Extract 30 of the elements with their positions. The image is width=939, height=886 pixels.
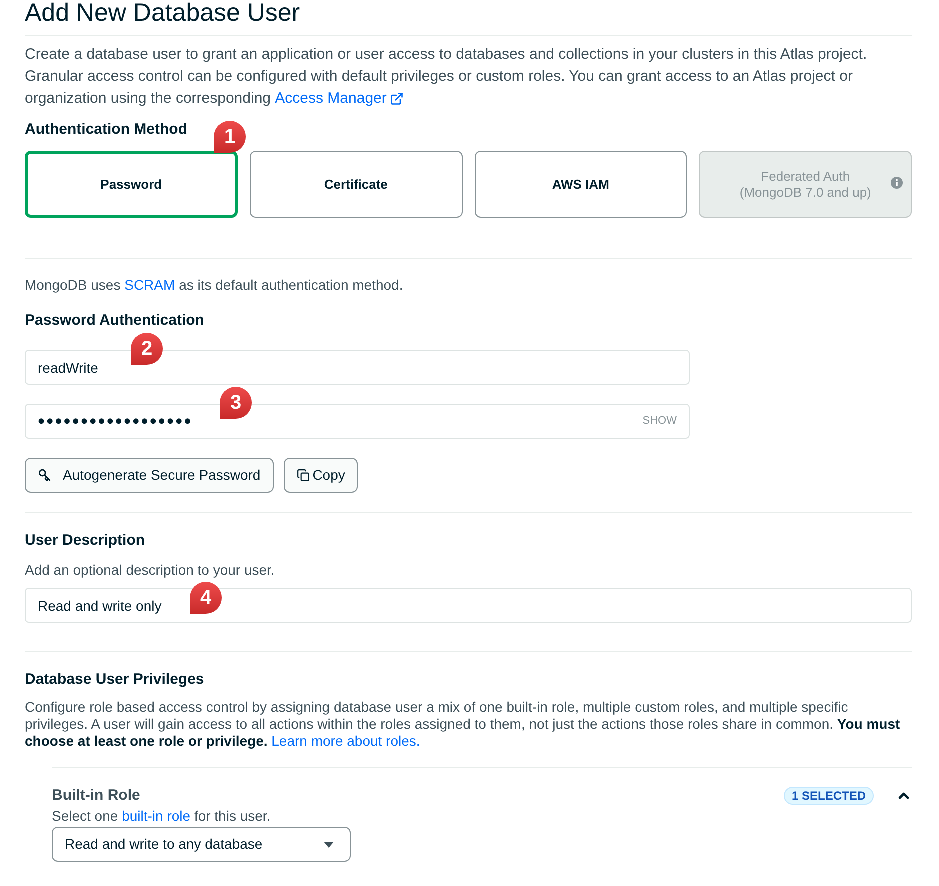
password-auth-label: Password Authentication bbox=[25, 311, 204, 331]
copy-icon bbox=[296, 469, 310, 482]
callout-marker: 4 bbox=[190, 582, 222, 614]
callout-marker: 3 bbox=[220, 387, 252, 419]
access-manager-link[interactable]: Access Manager bbox=[275, 88, 404, 110]
built-in-role-link[interactable]: built-in role bbox=[122, 808, 191, 824]
user-description-hint: Add an optional description to your user. bbox=[25, 561, 275, 580]
auth-method-option[interactable]: AWS IAM bbox=[474, 151, 688, 218]
callout-marker: 2 bbox=[131, 333, 163, 365]
privileges-label: Database User Privileges bbox=[25, 670, 204, 690]
user-description-label: User Description bbox=[25, 531, 146, 551]
auth-method-option[interactable]: Certificate bbox=[250, 151, 462, 218]
caret-icon bbox=[324, 842, 334, 848]
learn-more-link[interactable]: Learn more about roles. bbox=[272, 733, 420, 749]
built-in-role-hint: Select one built-in role for this user. bbox=[52, 807, 271, 825]
autogenerate-password-button[interactable]: Autogenerate Secure Password bbox=[25, 458, 274, 493]
page-title: Add New Database User bbox=[25, 0, 300, 26]
key-icon bbox=[38, 469, 51, 482]
auth-method-option[interactable]: Password bbox=[25, 151, 238, 218]
scram-link[interactable]: SCRAM bbox=[124, 277, 176, 293]
auth-method-label: Authentication Method bbox=[25, 120, 188, 140]
intro-text: Create a database user to grant an application or user access to databases and collections in your clusters in this Atlas project. Granular access control can be configured with default privileges or custom roles. You can grant access to an Atlas project or organization using the corresponding Access Manager bbox=[25, 44, 912, 110]
external-link-icon bbox=[390, 92, 404, 106]
privileges-description: Configure role based access control by assigning database user a mix of one built-in role, multiple custom roles, and multiple specific privileges. A user will gain access to all actions within the roles assigned to them, not just the actions those roles share in common. You must choose at least one role or privilege. Learn more about roles. bbox=[25, 699, 902, 750]
selected-count-badge: 1 SELECTED bbox=[784, 787, 874, 805]
built-in-role-label: Built-in Role bbox=[52, 786, 140, 806]
copy-button[interactable]: Copy bbox=[284, 458, 358, 493]
role-select[interactable]: Read and write to any database bbox=[52, 827, 351, 862]
scram-note: MongoDB uses SCRAM as its default authentication method. bbox=[25, 276, 404, 295]
callout-marker: 1 bbox=[214, 121, 246, 153]
